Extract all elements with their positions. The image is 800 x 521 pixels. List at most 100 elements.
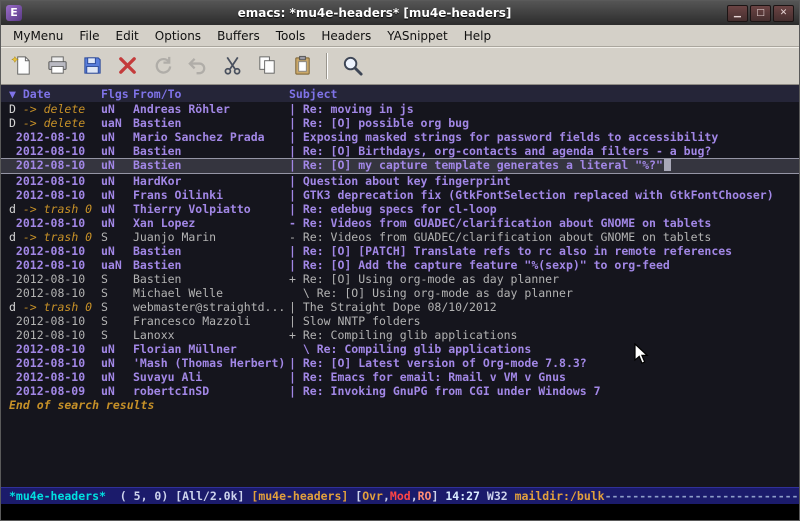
message-row[interactable]: 2012-08-10SLanoxx+ Re: Compiling glib ap…	[1, 328, 799, 342]
modeline-segment-plain	[168, 489, 175, 503]
menu-tools[interactable]: Tools	[268, 26, 314, 46]
subject-cell: | Re: [O] possible org bug	[289, 116, 799, 130]
maximize-button[interactable]: □	[750, 5, 771, 22]
mu4e-headers-buffer: ▼ Date Flgs From/To Subject D -> deleteu…	[1, 85, 799, 487]
flags-cell: uN	[101, 384, 133, 398]
subject-cell: | Slow NNTP folders	[289, 314, 799, 328]
message-row[interactable]: 2012-08-10uNFlorian Müllner \ Re: Compil…	[1, 342, 799, 356]
paste-button[interactable]	[286, 50, 318, 81]
cut-button[interactable]	[216, 50, 248, 81]
subject-cell: \ Re: [O] Using org-mode as day planner	[289, 286, 799, 300]
column-header-subject[interactable]: Subject	[289, 87, 337, 102]
message-row[interactable]: 2012-08-10SBastien+ Re: [O] Using org-mo…	[1, 272, 799, 286]
message-row[interactable]: D -> deleteuaNBastien| Re: [O] possible …	[1, 116, 799, 130]
subject-cell: | Re: [O] my capture template generates …	[289, 159, 799, 173]
from-cell: Florian Müllner	[133, 342, 289, 356]
message-row[interactable]: 2012-08-10uNXan Lopez- Re: Videos from G…	[1, 216, 799, 230]
message-row[interactable]: d -> trash 0Swebmaster@straightd...| The…	[1, 300, 799, 314]
copy-button[interactable]	[251, 50, 283, 81]
modeline-segment-plain: [	[348, 489, 362, 503]
date-cell: D -> delete	[9, 102, 101, 116]
from-cell: Michael Welle	[133, 286, 289, 300]
flags-cell: uN	[101, 342, 133, 356]
message-row[interactable]: 2012-08-10uNSuvayu Ali| Re: Emacs for em…	[1, 370, 799, 384]
from-cell: Thierry Volpiatto	[133, 202, 289, 216]
copy-icon	[256, 54, 279, 77]
flags-cell: uN	[101, 159, 133, 173]
menu-options[interactable]: Options	[147, 26, 209, 46]
message-row[interactable]: 2012-08-10SMichael Welle \ Re: [O] Using…	[1, 286, 799, 300]
column-header-date[interactable]: ▼ Date	[9, 87, 101, 102]
date-cell: 2012-08-10	[9, 258, 101, 272]
modeline-segment-bufname: *mu4e-headers*	[9, 489, 106, 503]
message-row[interactable]: 2012-08-10uNHardKor| Question about key …	[1, 174, 799, 188]
flags-cell: S	[101, 230, 133, 244]
message-row[interactable]: 2012-08-10uNFrans Oilinki| GTK3 deprecat…	[1, 188, 799, 202]
close-button[interactable]: ✕	[773, 5, 794, 22]
message-row[interactable]: 2012-08-10SFrancesco Mazzoli| Slow NNTP …	[1, 314, 799, 328]
from-cell: webmaster@straightd...	[133, 300, 289, 314]
search-button[interactable]	[336, 50, 368, 81]
date-cell: 2012-08-10	[9, 370, 101, 384]
date-cell: D -> delete	[9, 116, 101, 130]
echo-area[interactable]	[1, 504, 799, 520]
date-cell: 2012-08-10	[9, 286, 101, 300]
menu-mymenu[interactable]: MyMenu	[5, 26, 71, 46]
flags-cell: uN	[101, 244, 133, 258]
message-row[interactable]: 2012-08-10uNBastien| Re: [O] [PATCH] Tra…	[1, 244, 799, 258]
column-header-from[interactable]: From/To	[133, 87, 289, 102]
menu-buffers[interactable]: Buffers	[209, 26, 268, 46]
date-cell: 2012-08-10	[9, 356, 101, 370]
from-cell: Bastien	[133, 116, 289, 130]
subject-cell: | Re: [O] Birthdays, org-contacts and ag…	[289, 144, 799, 158]
from-cell: Andreas Röhler	[133, 102, 289, 116]
from-cell: HardKor	[133, 174, 289, 188]
save-button[interactable]	[76, 50, 108, 81]
menu-headers[interactable]: Headers	[313, 26, 379, 46]
message-row-selected[interactable]: 2012-08-10uNBastien| Re: [O] my capture …	[1, 158, 799, 174]
undo-button[interactable]	[181, 50, 213, 81]
menu-edit[interactable]: Edit	[108, 26, 147, 46]
message-row[interactable]: 2012-08-10uaNBastien| Re: [O] Add the ca…	[1, 258, 799, 272]
menu-file[interactable]: File	[71, 26, 107, 46]
message-row[interactable]: 2012-08-10uNBastien| Re: [O] Birthdays, …	[1, 144, 799, 158]
message-row[interactable]: 2012-08-09uNrobertcInSD| Re: Invoking Gn…	[1, 384, 799, 398]
date-cell: 2012-08-10	[9, 244, 101, 258]
titlebar: E emacs: *mu4e-headers* [mu4e-headers] ▁…	[1, 1, 799, 25]
message-row[interactable]: d -> trash 0uNThierry Volpiatto| Re: ede…	[1, 202, 799, 216]
subject-cell: | Re: [O] Latest version of Org-mode 7.8…	[289, 356, 799, 370]
modeline-segment-mod: Mod	[390, 489, 411, 503]
subject-cell: - Re: Videos from GUADEC/clarification a…	[289, 216, 799, 230]
header-line: ▼ Date Flgs From/To Subject	[1, 85, 799, 102]
date-cell: d -> trash 0	[9, 300, 101, 314]
message-row[interactable]: 2012-08-10uNMario Sanchez Prada| Exposin…	[1, 130, 799, 144]
new-file-button[interactable]	[6, 50, 38, 81]
menu-help[interactable]: Help	[456, 26, 499, 46]
toolbar	[1, 47, 799, 85]
column-header-flags[interactable]: Flgs	[101, 87, 133, 102]
emacs-app-icon: E	[6, 5, 22, 21]
modeline-segment-time: 14:27	[445, 489, 480, 503]
date-cell: 2012-08-10	[9, 188, 101, 202]
close-buffer-button[interactable]	[111, 50, 143, 81]
subject-cell: - Re: Videos from GUADEC/clarification a…	[289, 230, 799, 244]
toolbar-separator	[326, 53, 328, 79]
message-row[interactable]: D -> deleteuNAndreas Röhler| Re: moving …	[1, 102, 799, 116]
refresh-button[interactable]	[146, 50, 178, 81]
window-title: emacs: *mu4e-headers* [mu4e-headers]	[28, 6, 721, 20]
message-row[interactable]: d -> trash 0SJuanjo Marin- Re: Videos fr…	[1, 230, 799, 244]
flags-cell: uN	[101, 216, 133, 230]
minimize-button[interactable]: ▁	[727, 5, 748, 22]
from-cell: Juanjo Marin	[133, 230, 289, 244]
print-button[interactable]	[41, 50, 73, 81]
date-cell: 2012-08-09	[9, 384, 101, 398]
undo-icon	[186, 54, 209, 77]
subject-cell: | Question about key fingerprint	[289, 174, 799, 188]
date-cell: 2012-08-10	[9, 144, 101, 158]
from-cell: Suvayu Ali	[133, 370, 289, 384]
subject-cell: | Re: moving in js	[289, 102, 799, 116]
flags-cell: uN	[101, 188, 133, 202]
message-row[interactable]: 2012-08-10uN'Mash (Thomas Herbert)| Re: …	[1, 356, 799, 370]
menu-yasnippet[interactable]: YASnippet	[379, 26, 456, 46]
flags-cell: uN	[101, 202, 133, 216]
